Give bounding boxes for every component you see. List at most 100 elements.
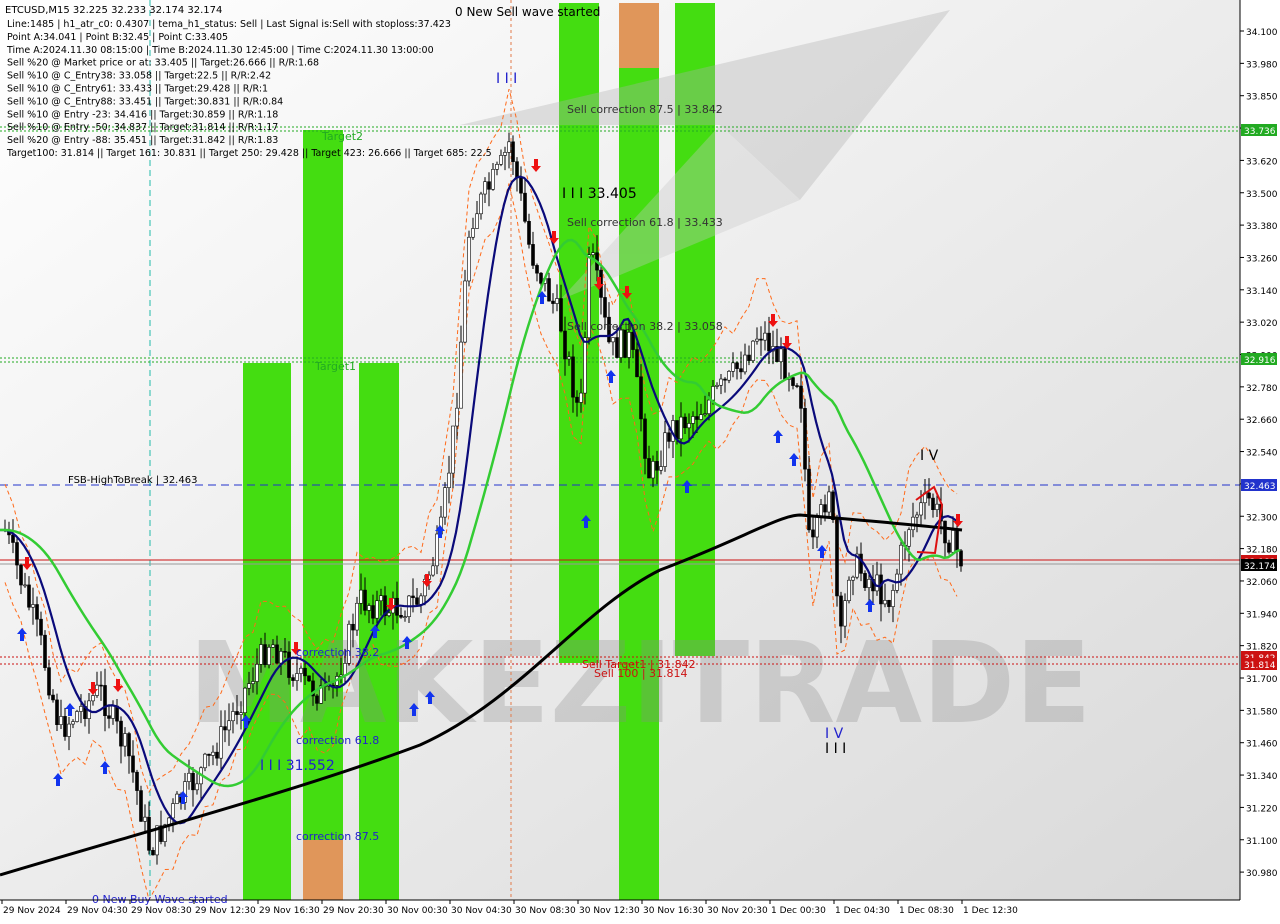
candle-body <box>139 790 143 822</box>
candle-body <box>119 720 123 747</box>
candle-body <box>211 751 215 756</box>
price-tick-label: 33.500 <box>1246 190 1278 200</box>
candle-body <box>363 589 367 611</box>
target2-label: Target2 <box>321 130 363 143</box>
candle-body <box>131 755 135 773</box>
candle-body <box>271 644 275 648</box>
candle-body <box>667 432 671 442</box>
price-label: 33.736 <box>1244 127 1276 137</box>
wave-iii-price-label: I I I 33.405 <box>562 186 637 202</box>
candle-body <box>507 141 511 153</box>
time-tick-label: 29 Nov 08:30 <box>131 906 192 916</box>
candle-body <box>755 338 759 342</box>
candle-body <box>475 213 479 229</box>
info-line: Sell %20 @ Entry -88: 35.451 || Target:3… <box>7 135 278 146</box>
watermark-text: MAKEZITRADE <box>188 619 1091 749</box>
candle-body <box>519 177 523 194</box>
candle-body <box>783 348 787 380</box>
candle-body <box>19 564 23 586</box>
info-line: Sell %10 @ Entry -50: 34.837 || Target:3… <box>7 122 278 133</box>
candle-body <box>907 529 911 547</box>
candle-body <box>751 340 755 361</box>
target1-label: Target1 <box>314 360 356 373</box>
wave-iii-top-label: I I I <box>496 71 517 87</box>
fsb-label: FSB-HighToBreak | 32.463 <box>68 475 197 486</box>
candle-body <box>411 595 415 599</box>
time-tick-label: 1 Dec 00:30 <box>771 906 826 916</box>
candle-body <box>419 595 423 605</box>
candle-body <box>203 753 207 769</box>
candle-body <box>951 530 955 553</box>
candle-body <box>255 664 259 682</box>
candle-body <box>191 772 195 791</box>
price-tick-label: 32.180 <box>1246 546 1278 556</box>
time-tick-label: 29 Nov 04:30 <box>67 906 128 916</box>
candle-body <box>627 332 631 358</box>
candle-body <box>435 533 439 567</box>
candle-body <box>283 651 287 653</box>
time-tick-label: 30 Nov 12:30 <box>579 906 640 916</box>
candle-body <box>555 298 559 304</box>
candle-body <box>243 687 247 713</box>
candle-body <box>227 720 231 731</box>
price-tick-label: 34.100 <box>1246 28 1278 38</box>
candle-body <box>695 416 699 420</box>
candle-body <box>495 164 499 170</box>
candle-body <box>875 574 879 592</box>
candle-body <box>647 458 651 479</box>
sell-zone-2-top <box>619 3 659 68</box>
candle-body <box>51 694 55 701</box>
candle-body <box>279 651 283 664</box>
candle-body <box>859 553 863 574</box>
candle-body <box>935 503 939 510</box>
candle-body <box>835 519 839 597</box>
candle-body <box>47 667 51 696</box>
candle-body <box>239 712 243 715</box>
chart-window[interactable]: MAKEZITRADE 0 New Sell wave started 0 Ne… <box>0 0 1280 920</box>
candle-body <box>727 371 731 381</box>
candle-body <box>691 416 695 424</box>
candle-body <box>379 595 383 602</box>
candle-body <box>299 667 303 674</box>
price-tick-label: 32.780 <box>1246 384 1278 394</box>
price-chart[interactable]: MAKEZITRADE 0 New Sell wave started 0 Ne… <box>0 0 1280 920</box>
candle-body <box>111 705 115 719</box>
candle-body <box>375 600 379 619</box>
candle-body <box>223 726 227 731</box>
correction-618-label: correction 61.8 <box>296 734 379 747</box>
candle-body <box>611 337 615 343</box>
candle-body <box>643 418 647 459</box>
info-line: Sell %10 @ C_Entry61: 33.433 || Target:2… <box>7 84 268 95</box>
candle-body <box>527 221 531 245</box>
candle-body <box>63 716 67 737</box>
candle-body <box>103 685 107 717</box>
candle-body <box>831 491 835 521</box>
candle-body <box>655 461 659 471</box>
wave-iii-low-label: I I I 31.552 <box>260 758 335 774</box>
candle-body <box>631 332 635 350</box>
candle-body <box>459 341 463 409</box>
price-tick-label: 32.060 <box>1246 578 1278 588</box>
price-tick-label: 33.850 <box>1246 93 1278 103</box>
candle-body <box>867 578 871 588</box>
candle-body <box>719 378 723 386</box>
candle-body <box>135 771 139 791</box>
price-tick-label: 33.980 <box>1246 60 1278 70</box>
candle-body <box>863 573 867 588</box>
candle-body <box>531 244 535 266</box>
candle-body <box>287 651 291 678</box>
candle-body <box>715 384 719 387</box>
candle-body <box>779 348 783 362</box>
info-line: Sell %10 @ Entry -23: 34.416 || Target:3… <box>7 109 278 120</box>
candle-body <box>491 169 495 190</box>
candle-body <box>707 399 711 414</box>
candle-body <box>175 793 179 804</box>
candle-body <box>443 487 447 518</box>
wave-iv-bottom-label: I V <box>825 726 844 742</box>
candle-body <box>795 385 799 387</box>
time-tick-label: 29 Nov 20:30 <box>323 906 384 916</box>
candle-body <box>791 377 795 386</box>
price-tick-label: 33.140 <box>1246 287 1278 297</box>
candle-body <box>735 362 739 369</box>
candle-body <box>843 600 847 627</box>
